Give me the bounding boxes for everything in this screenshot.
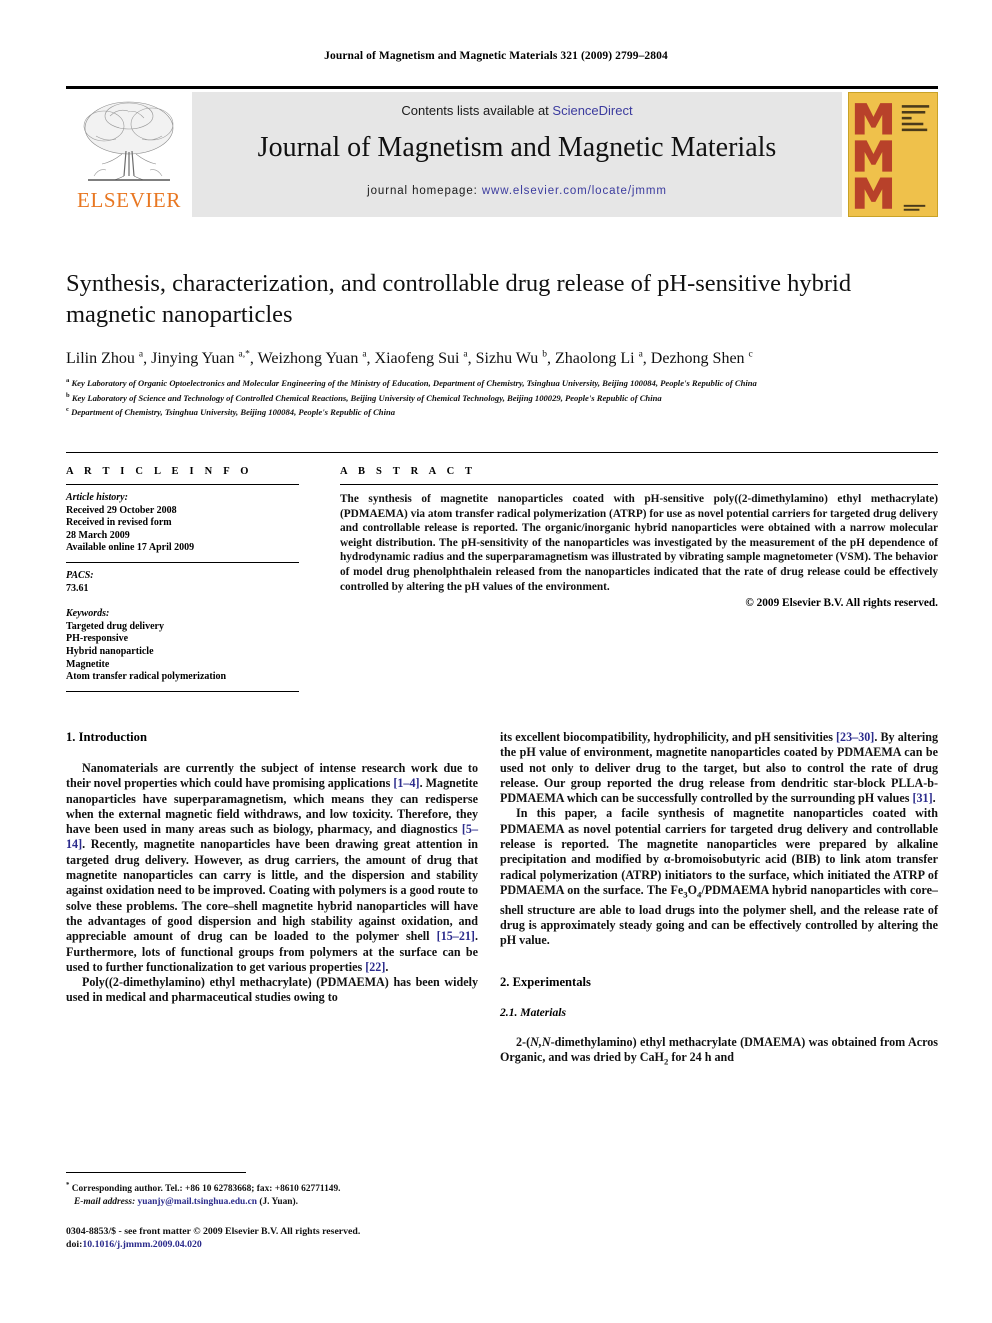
journal-masthead: ELSEVIER Contents lists available at Sci… [66,86,938,217]
elsevier-tree-icon [83,101,174,181]
keyword-item: Atom transfer radical polymerization [66,671,227,683]
article-history-group: Article history: Received 29 October 200… [66,492,299,555]
doi-line: doi:10.1016/j.jmmm.2009.04.020 [66,1238,478,1251]
journal-cover-block [848,92,938,217]
keyword-item: Targeted drug delivery [66,620,164,632]
contents-prefix: Contents lists available at [401,103,553,118]
mmm-cover-art-icon [849,93,937,216]
abstract-heading: A B S T R A C T [340,466,477,477]
article-history-line: Received in revised form [66,517,172,529]
doi-label: doi: [66,1239,83,1250]
affiliation-item: b Key Laboratory of Science and Technolo… [66,390,946,405]
info-band-top-rule [66,452,938,453]
citation-ref-23-30[interactable]: [23–30] [836,730,874,744]
intro-paragraph-2: Poly((2-dimethylamino) ethyl methacrylat… [66,975,478,1005]
affiliation-mark: b [66,391,70,399]
intro-p1-seg-e: . [385,959,389,974]
corresponding-author-footnote: * Corresponding author. Tel.: +86 10 627… [66,1180,478,1208]
intro-p4-seg-b: O [687,882,698,897]
affiliation-list: a Key Laboratory of Organic Optoelectron… [66,375,946,419]
affiliation-text: Key Laboratory of Organic Optoelectronic… [71,377,757,388]
publisher-logo-block: ELSEVIER [66,92,192,217]
keywords-label: Keywords: [66,608,110,620]
email-label: E-mail address: [74,1196,136,1207]
intro-paragraph-3: its excellent biocompatibility, hydrophi… [500,730,938,806]
journal-cover-image [848,92,938,217]
keywords-group: Keywords: Targeted drug delivery PH-resp… [66,608,299,684]
corresponding-text: Corresponding author. Tel.: +86 10 62783… [69,1184,341,1195]
materials-italic-nn: N,N [530,1034,551,1049]
article-info-rule [66,484,299,485]
affiliation-item: a Key Laboratory of Organic Optoelectron… [66,375,946,390]
imprint-block: 0304-8853/$ - see front matter © 2009 El… [66,1225,478,1251]
intro-p1-seg-c: . Recently, magnetite nanoparticles have… [66,837,478,944]
keyword-item: Hybrid nanoparticle [66,645,154,657]
article-history-line: Received 29 October 2008 [66,504,177,516]
abstract-text: The synthesis of magnetite nanoparticles… [340,493,938,593]
materials-seg-a: 2-( [516,1034,531,1049]
citation-ref-15-21[interactable]: [15–21] [437,929,475,943]
citation-ref-1-4[interactable]: [1–4] [393,776,419,790]
body-column-right: its excellent biocompatibility, hydrophi… [500,730,938,1070]
homepage-link[interactable]: www.elsevier.com/locate/jmmm [482,185,667,197]
authors-text: Lilin Zhou a, Jinying Yuan a,*, Weizhong… [66,350,753,368]
article-info-column: A R T I C L E I N F O Article history: R… [66,466,299,692]
citation-ref-22[interactable]: [22] [365,960,385,974]
affiliation-text: Department of Chemistry, Tsinghua Univer… [71,406,396,417]
running-head: Journal of Magnetism and Magnetic Materi… [324,50,668,62]
body-column-left: 1. Introduction Nanomaterials are curren… [66,730,478,1006]
homepage-prefix: journal homepage: [367,185,482,197]
intro-paragraph-1: Nanomaterials are currently the subject … [66,761,478,975]
article-history-rule [66,561,299,563]
article-history-line: Available online 17 April 2009 [66,542,195,554]
page-title: Synthesis, characterization, and control… [66,270,852,328]
paper-page: Journal of Magnetism and Magnetic Materi… [0,0,992,1323]
contents-available-line: Contents lists available at ScienceDirec… [192,103,842,118]
experimentals-heading: 2. Experimentals [500,974,591,989]
citation-ref-31[interactable]: [31] [912,791,932,805]
article-info-bottom-rule [66,690,299,692]
pacs-group: PACS: 73.61 [66,570,299,595]
introduction-heading: 1. Introduction [66,730,147,744]
pacs-label: PACS: [66,569,94,581]
masthead-center-band: Contents lists available at ScienceDirec… [192,92,842,217]
abstract-copyright: © 2009 Elsevier B.V. All rights reserved… [745,597,938,610]
materials-heading: 2.1. Materials [500,1005,567,1019]
abstract-column: A B S T R A C T The synthesis of magneti… [340,466,938,609]
abstract-rule [340,484,938,485]
journal-homepage-line: journal homepage: www.elsevier.com/locat… [192,185,842,197]
footnote-rule [66,1172,246,1173]
doi-link[interactable]: 10.1016/j.jmmm.2009.04.020 [82,1239,201,1250]
issn-front-matter: 0304-8853/$ - see front matter © 2009 El… [66,1226,361,1237]
article-info-heading: A R T I C L E I N F O [66,466,253,477]
keyword-item: Magnetite [66,658,110,670]
elsevier-wordmark: ELSEVIER [77,188,181,212]
article-history-label: Article history: [66,492,128,503]
intro-paragraph-4: In this paper, a facile synthesis of mag… [500,806,938,948]
affiliation-text: Key Laboratory of Science and Technology… [71,392,662,403]
materials-seg-c: for 24 h and [668,1049,734,1064]
email-suffix: (J. Yuan). [256,1196,298,1207]
corresponding-line: * Corresponding author. Tel.: +86 10 627… [66,1180,478,1196]
materials-paragraph: 2-(N,N-dimethylamino) ethyl methacrylate… [500,1035,938,1070]
affiliation-item: c Department of Chemistry, Tsinghua Univ… [66,404,946,419]
intro-p3-seg-a: its excellent biocompatibility, hydrophi… [500,730,837,744]
article-history-line: 28 March 2009 [66,529,130,541]
keyword-item: PH-responsive [66,633,129,645]
sciencedirect-link[interactable]: ScienceDirect [552,103,632,118]
author-list: Lilin Zhou a, Jinying Yuan a,*, Weizhong… [66,345,946,369]
affiliation-mark: c [66,406,69,414]
affiliation-mark: a [66,377,70,384]
pacs-value: 73.61 [66,582,89,594]
email-link[interactable]: yuanjy@mail.tsinghua.edu.cn [138,1197,257,1207]
journal-title: Journal of Magnetism and Magnetic Materi… [257,132,777,163]
intro-p3-seg-c: . [932,791,936,806]
email-line: E-mail address: yuanjy@mail.tsinghua.edu… [66,1196,478,1208]
